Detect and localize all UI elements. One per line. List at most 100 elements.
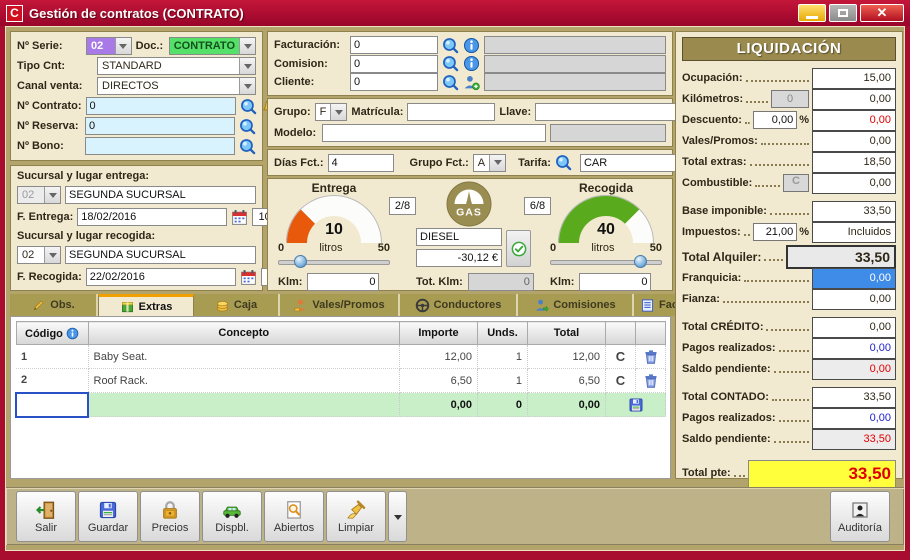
table-row[interactable]: 1 Baby Seat. 12,00 1 12,00 C <box>16 345 666 369</box>
fianza-value[interactable]: 0,00 <box>812 289 896 310</box>
recalc-button[interactable]: C <box>606 345 636 369</box>
grupo-fct-select[interactable]: A <box>473 154 506 172</box>
combustible-button[interactable]: C <box>783 174 809 192</box>
contrato-input[interactable] <box>86 97 236 115</box>
f-entrega-date-input[interactable] <box>77 208 227 226</box>
search-icon[interactable] <box>442 37 459 54</box>
chevron-down-icon[interactable] <box>44 247 60 263</box>
recogida-branch-input[interactable] <box>65 246 256 264</box>
doc-select[interactable]: CONTRATO <box>169 37 256 55</box>
entrega-scale-min: 0 <box>278 242 284 254</box>
tab-comisiones[interactable]: Comisiones <box>518 294 634 316</box>
entrega-klm-input[interactable] <box>307 273 379 291</box>
salir-button[interactable]: Salir <box>16 491 76 542</box>
dispbl-button[interactable]: Dispbl. <box>202 491 262 542</box>
recogida-branch-select[interactable]: 02 <box>17 246 61 264</box>
entrega-branch-input[interactable] <box>65 186 256 204</box>
new-importe-cell[interactable]: 0,00 <box>400 393 478 417</box>
modelo-input[interactable] <box>322 124 546 142</box>
fuel-amount-input[interactable] <box>416 249 502 267</box>
auditoria-button[interactable]: Auditoría <box>830 491 890 542</box>
new-row[interactable]: 0,00 0 0,00 <box>16 393 666 417</box>
total-extras-value: 18,50 <box>812 152 896 173</box>
table-row[interactable]: 2 Roof Rack. 6,50 1 6,50 C <box>16 369 666 393</box>
search-icon[interactable] <box>239 118 256 135</box>
franquicia-value[interactable]: 0,00 <box>812 268 896 289</box>
impuestos-input[interactable] <box>753 223 797 241</box>
delete-row-button[interactable] <box>636 345 666 369</box>
guardar-button[interactable]: Guardar <box>78 491 138 542</box>
delete-row-button[interactable] <box>636 369 666 393</box>
descuento-input[interactable] <box>753 111 797 129</box>
reserva-input[interactable] <box>85 117 235 135</box>
matricula-input[interactable] <box>407 103 495 121</box>
chevron-down-icon[interactable] <box>239 78 255 94</box>
new-codigo-cell[interactable] <box>16 393 88 417</box>
facturacion-input[interactable] <box>350 36 438 54</box>
fuel-type-input[interactable] <box>416 228 502 246</box>
recalc-button[interactable]: C <box>606 369 636 393</box>
total-header: Total <box>528 322 606 345</box>
search-icon[interactable] <box>240 98 257 115</box>
recogida-fuel-slider[interactable] <box>550 255 662 269</box>
new-concepto-cell[interactable] <box>88 393 400 417</box>
chevron-down-icon[interactable] <box>239 38 255 54</box>
minimize-button[interactable] <box>798 4 826 22</box>
comision-input[interactable] <box>350 55 438 73</box>
bono-input[interactable] <box>85 137 235 155</box>
info-icon[interactable] <box>463 55 480 72</box>
kilometros-label: Kilómetros: <box>682 93 743 105</box>
chevron-down-icon[interactable] <box>239 58 255 74</box>
save-row-button[interactable] <box>606 393 666 417</box>
grupo-select[interactable]: F <box>315 103 348 121</box>
vales-promos-value: 0,00 <box>812 131 896 152</box>
recogida-slider-thumb[interactable] <box>634 255 647 268</box>
entrega-slider-thumb[interactable] <box>294 255 307 268</box>
cliente-input[interactable] <box>350 73 438 91</box>
calendar-icon[interactable] <box>240 269 257 286</box>
tipo-cnt-select[interactable]: STANDARD <box>97 57 256 75</box>
descuento-label: Descuento: <box>682 114 742 126</box>
search-icon[interactable] <box>442 74 459 91</box>
pagos-contado-label: Pagos realizados: <box>682 412 776 424</box>
combustible-label: Combustible: <box>682 177 752 189</box>
tab-caja[interactable]: Caja <box>194 294 280 316</box>
chevron-down-icon[interactable] <box>489 155 505 171</box>
unds-header: Unds. <box>478 322 528 345</box>
maximize-button[interactable] <box>829 4 857 22</box>
canal-venta-select[interactable]: DIRECTOS <box>97 77 256 95</box>
abiertos-button[interactable]: Abiertos <box>264 491 324 542</box>
search-icon[interactable] <box>442 55 459 72</box>
total-extras-label: Total extras: <box>682 156 747 168</box>
tab-conductores[interactable]: Conductores <box>400 294 518 316</box>
llave-input[interactable] <box>535 103 685 121</box>
precios-button[interactable]: Precios <box>140 491 200 542</box>
recogida-klm-input[interactable] <box>579 273 651 291</box>
calendar-icon[interactable] <box>231 209 248 226</box>
chevron-down-icon[interactable] <box>330 104 346 120</box>
add-client-icon[interactable] <box>463 74 480 91</box>
saldo-credito-label: Saldo pendiente: <box>682 363 771 375</box>
entrega-fraction-input[interactable] <box>389 197 416 215</box>
pagos-credito-label: Pagos realizados: <box>682 342 776 354</box>
tab-extras[interactable]: Extras <box>98 294 194 316</box>
close-button[interactable]: ✕ <box>860 4 904 22</box>
tab-obs[interactable]: Obs. <box>10 294 98 316</box>
dias-fct-input[interactable] <box>328 154 394 172</box>
info-icon[interactable] <box>463 37 480 54</box>
info-icon[interactable] <box>66 327 79 340</box>
entrega-fuel-slider[interactable] <box>278 255 390 269</box>
new-total-cell[interactable]: 0,00 <box>528 393 606 417</box>
f-recogida-date-input[interactable] <box>86 268 236 286</box>
saldo-credito-value: 0,00 <box>812 359 896 380</box>
limpiar-button[interactable]: Limpiar <box>326 491 386 542</box>
search-icon[interactable] <box>239 138 256 155</box>
chevron-down-icon[interactable] <box>115 38 131 54</box>
toolbar-more-button[interactable] <box>388 491 407 542</box>
new-unds-cell[interactable]: 0 <box>478 393 528 417</box>
search-icon[interactable] <box>555 154 572 171</box>
tarifa-label: Tarifa: <box>518 157 551 169</box>
serie-select[interactable]: 02 <box>86 37 132 55</box>
recogida-fraction-input[interactable] <box>524 197 551 215</box>
tab-vales-promos[interactable]: Vales/Promos <box>280 294 400 316</box>
